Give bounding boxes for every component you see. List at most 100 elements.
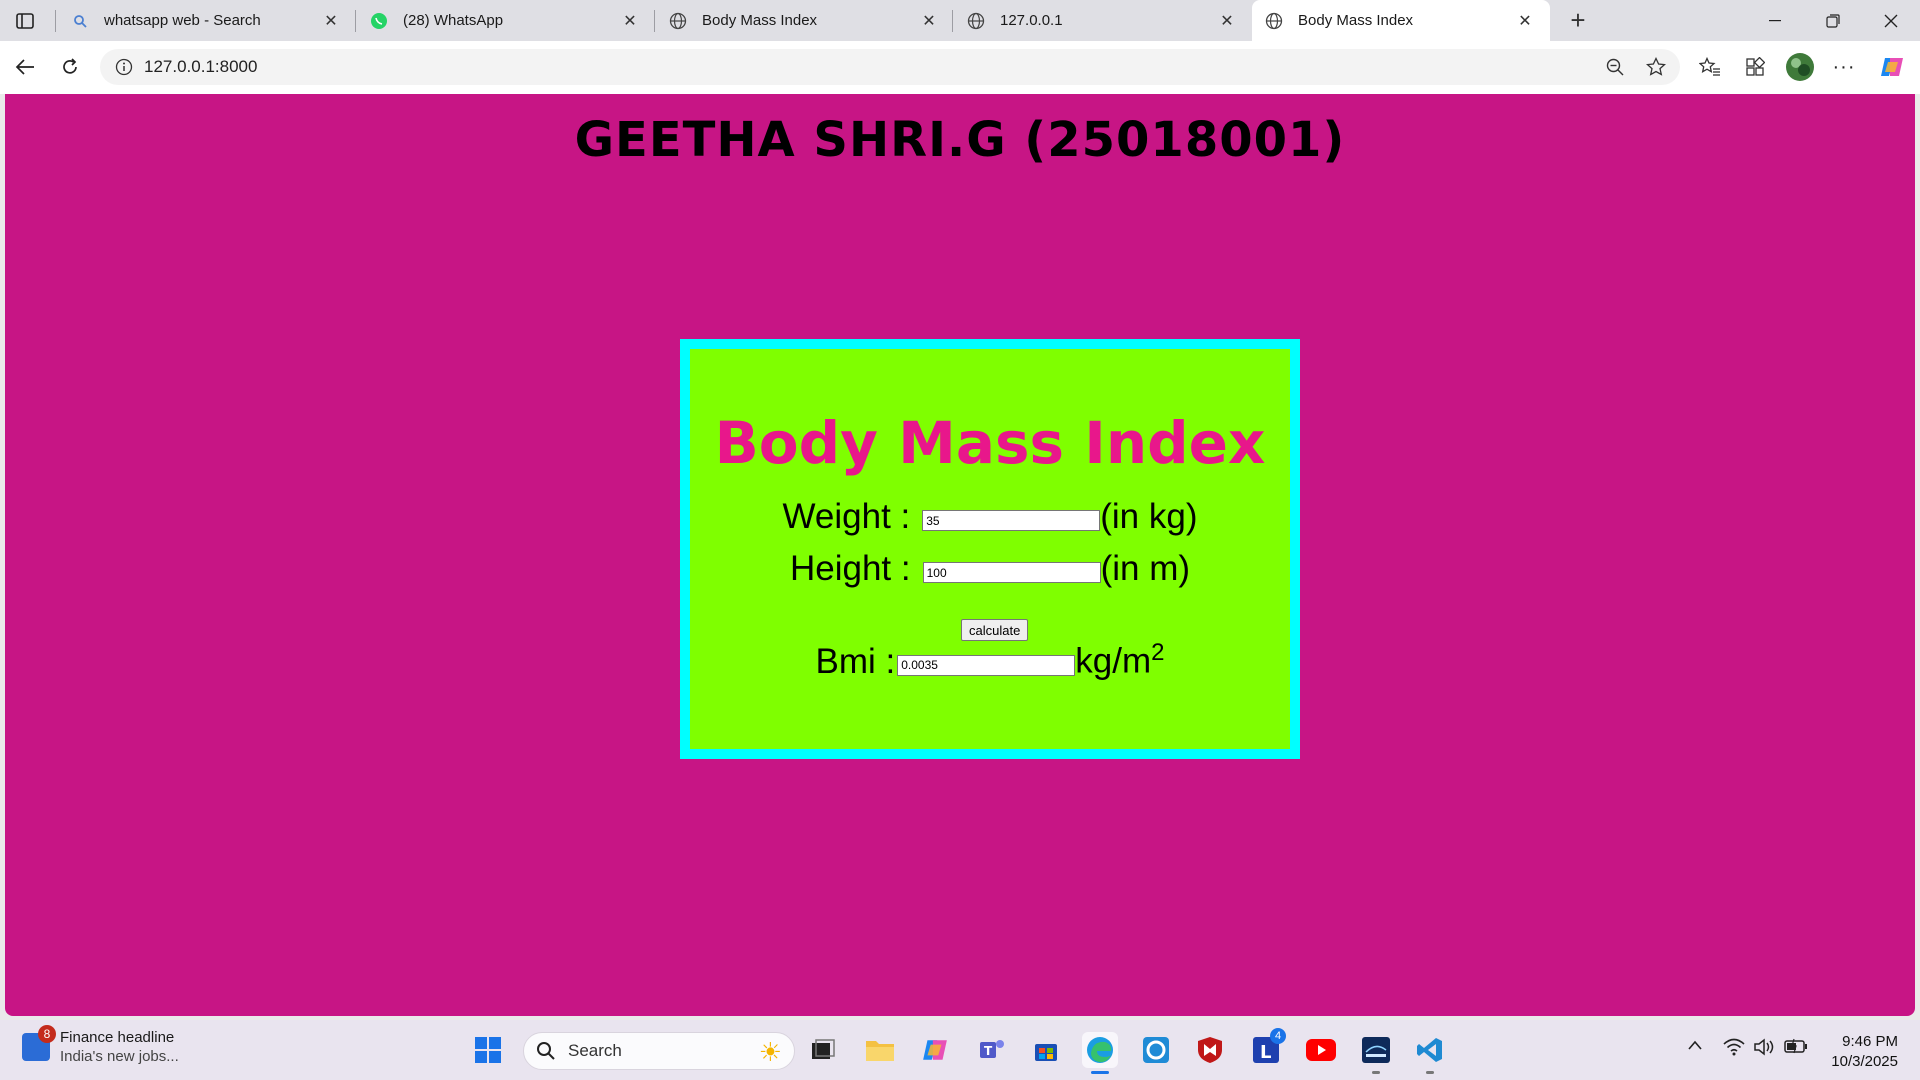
weight-input[interactable] bbox=[922, 510, 1101, 531]
windows-icon bbox=[475, 1037, 501, 1063]
tab-localhost[interactable]: 127.0.0.1 ✕ bbox=[954, 0, 1252, 41]
youtube-button[interactable] bbox=[1303, 1032, 1339, 1068]
clock[interactable]: 9:46 PM 10/3/2025 bbox=[1822, 1032, 1898, 1072]
zoom-button[interactable] bbox=[1597, 49, 1633, 85]
bmi-unit: kg/m2 bbox=[1075, 639, 1164, 682]
more-button[interactable]: ··· bbox=[1824, 47, 1864, 87]
taskbar: 8 Finance headline India's new jobs... S… bbox=[0, 1020, 1920, 1080]
tab-whatsapp[interactable]: (28) WhatsApp ✕ bbox=[357, 0, 655, 41]
favorites-icon bbox=[1699, 57, 1720, 76]
bmi-form-card: Body Mass Index Weight : (in kg) Height … bbox=[680, 339, 1300, 759]
task-view-icon bbox=[812, 1039, 835, 1059]
tab-actions-button[interactable] bbox=[0, 0, 50, 41]
more-icon: ··· bbox=[1832, 55, 1856, 78]
learning-app-button[interactable]: L 4 bbox=[1248, 1028, 1286, 1068]
new-tab-button[interactable]: + bbox=[1558, 0, 1598, 41]
back-arrow-icon bbox=[15, 59, 34, 75]
profile-button[interactable] bbox=[1780, 47, 1820, 87]
sidebar-toggle-icon bbox=[16, 12, 34, 29]
wifi-icon bbox=[1723, 1038, 1745, 1056]
weather-icon: ☀ bbox=[758, 1037, 782, 1067]
close-window-button[interactable] bbox=[1862, 0, 1920, 41]
folder-icon bbox=[866, 1041, 894, 1061]
tab-body-mass-index-active[interactable]: Body Mass Index ✕ bbox=[1252, 0, 1550, 41]
svg-text:L: L bbox=[1260, 1042, 1271, 1063]
back-button[interactable] bbox=[5, 47, 45, 87]
task-view-button[interactable] bbox=[805, 1032, 841, 1068]
copilot-app-button[interactable] bbox=[917, 1032, 953, 1068]
info-icon[interactable] bbox=[114, 57, 134, 77]
widget-title: Finance headline bbox=[60, 1029, 175, 1046]
disney-plus-button[interactable] bbox=[1358, 1032, 1394, 1074]
disney-plus-icon bbox=[1362, 1037, 1390, 1063]
weight-row: Weight : (in kg) bbox=[690, 497, 1290, 537]
svg-text:T: T bbox=[984, 1044, 993, 1058]
close-icon[interactable]: ✕ bbox=[1216, 11, 1238, 31]
store-icon bbox=[1035, 1044, 1057, 1061]
browser-toolbar: 127.0.0.1:8000 ··· bbox=[0, 41, 1920, 94]
plus-icon: + bbox=[1570, 5, 1586, 35]
mcafee-icon bbox=[1198, 1037, 1222, 1063]
address-bar[interactable]: 127.0.0.1:8000 bbox=[100, 49, 1680, 85]
tab-title: 127.0.0.1 bbox=[1000, 12, 1063, 29]
taskbar-search[interactable]: Search ☀ bbox=[523, 1032, 795, 1070]
weight-label: Weight : bbox=[782, 497, 911, 536]
page-viewport: GEETHA SHRI.G (25018001) Body Mass Index… bbox=[5, 94, 1915, 1016]
height-input[interactable] bbox=[922, 562, 1101, 583]
bmi-label: Bmi : bbox=[815, 641, 896, 681]
tab-whatsapp-search[interactable]: whatsapp web - Search ✕ bbox=[58, 0, 356, 41]
news-widget[interactable]: 8 Finance headline India's new jobs... bbox=[22, 1025, 179, 1066]
vscode-button[interactable] bbox=[1412, 1032, 1448, 1074]
volume-status[interactable] bbox=[1754, 1038, 1776, 1061]
globe-icon bbox=[966, 11, 986, 31]
tab-body-mass-index[interactable]: Body Mass Index ✕ bbox=[656, 0, 954, 41]
whatsapp-icon bbox=[369, 11, 389, 31]
widgets-icon: 8 bbox=[22, 1025, 56, 1061]
tab-separator bbox=[355, 10, 356, 32]
favorite-button[interactable] bbox=[1638, 49, 1674, 85]
file-explorer-button[interactable] bbox=[862, 1032, 898, 1068]
mail-badge: 4 bbox=[1270, 1028, 1286, 1044]
page-heading: GEETHA SHRI.G (25018001) bbox=[574, 112, 1346, 168]
url-text: 127.0.0.1:8000 bbox=[144, 57, 258, 76]
copilot-icon bbox=[923, 1040, 947, 1060]
widget-badge: 8 bbox=[38, 1025, 56, 1043]
close-icon[interactable]: ✕ bbox=[1514, 11, 1536, 31]
height-row: Height : (in m) bbox=[690, 549, 1290, 589]
collections-button[interactable] bbox=[1735, 47, 1775, 87]
copilot-button[interactable] bbox=[1872, 47, 1912, 87]
edge-button[interactable] bbox=[1082, 1032, 1118, 1074]
teams-button[interactable]: T bbox=[974, 1032, 1010, 1068]
restore-button[interactable] bbox=[1804, 0, 1862, 41]
height-unit: (in m) bbox=[1100, 549, 1191, 588]
show-hidden-icons-button[interactable] bbox=[1687, 1038, 1703, 1056]
bmi-output[interactable] bbox=[897, 654, 1076, 676]
favorites-button[interactable] bbox=[1690, 47, 1730, 87]
start-button[interactable] bbox=[470, 1032, 506, 1068]
refresh-button[interactable] bbox=[50, 47, 90, 87]
tab-title: Body Mass Index bbox=[1298, 12, 1414, 29]
close-icon[interactable]: ✕ bbox=[320, 11, 342, 31]
vscode-icon bbox=[1417, 1038, 1442, 1062]
minimize-button[interactable] bbox=[1746, 0, 1804, 41]
collections-icon bbox=[1746, 57, 1765, 76]
battery-status[interactable] bbox=[1784, 1038, 1808, 1059]
close-icon[interactable]: ✕ bbox=[918, 11, 940, 31]
close-icon[interactable]: ✕ bbox=[619, 11, 641, 31]
store-button[interactable] bbox=[1028, 1032, 1064, 1068]
copilot-icon bbox=[1881, 58, 1903, 76]
teams-icon: T bbox=[980, 1040, 1004, 1058]
tab-separator bbox=[55, 10, 56, 32]
restore-icon bbox=[1826, 13, 1840, 28]
alexa-button[interactable] bbox=[1138, 1032, 1174, 1068]
calculate-button[interactable]: calculate bbox=[961, 619, 1029, 641]
speaker-icon bbox=[1754, 1038, 1774, 1056]
widget-subtitle: India's new jobs... bbox=[60, 1048, 179, 1065]
bmi-unit-text: kg/m bbox=[1075, 641, 1152, 681]
height-label: Height : bbox=[789, 549, 911, 588]
mcafee-button[interactable] bbox=[1192, 1032, 1228, 1068]
running-indicator bbox=[1372, 1071, 1380, 1074]
bmi-row: Bmi : kg/m2 bbox=[690, 639, 1290, 682]
star-icon bbox=[1646, 57, 1666, 76]
wifi-status[interactable] bbox=[1723, 1038, 1745, 1061]
